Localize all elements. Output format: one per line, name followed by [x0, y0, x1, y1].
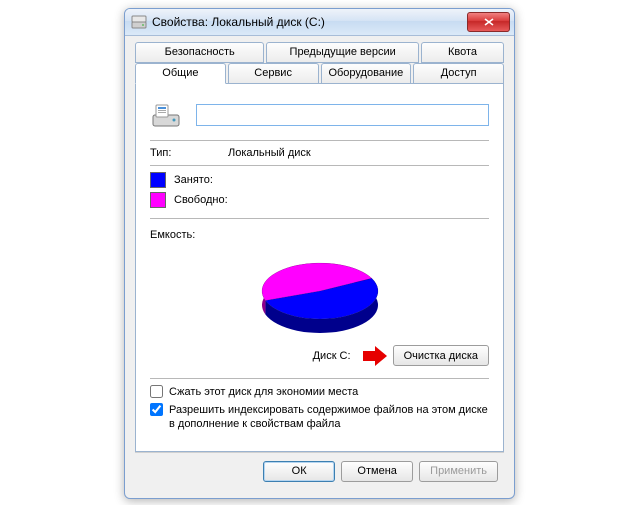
tab-row-lower: Общие Сервис Оборудование Доступ — [135, 63, 504, 83]
usage-pie-chart — [250, 253, 390, 341]
tab-hardware[interactable]: Оборудование — [321, 63, 412, 83]
disk-cleanup-button[interactable]: Очистка диска — [393, 345, 489, 366]
tab-general[interactable]: Общие — [135, 63, 226, 84]
window-title: Свойства: Локальный диск (C:) — [152, 15, 467, 29]
apply-button[interactable]: Применить — [419, 461, 498, 482]
compress-label[interactable]: Сжать этот диск для экономии места — [169, 385, 489, 399]
tab-panel-general: Тип: Локальный диск Занято: Свободно: Ем… — [135, 83, 504, 452]
free-label: Свободно: — [174, 194, 228, 206]
volume-name-input[interactable] — [196, 104, 489, 126]
tab-previous-versions[interactable]: Предыдущие версии — [266, 42, 419, 63]
titlebar[interactable]: Свойства: Локальный диск (C:) — [125, 9, 514, 36]
separator — [150, 218, 489, 219]
separator — [150, 140, 489, 141]
arrow-right-icon — [363, 351, 375, 361]
index-label[interactable]: Разрешить индексировать содержимое файло… — [169, 403, 489, 431]
index-checkbox[interactable] — [150, 403, 163, 416]
free-swatch — [150, 192, 166, 208]
tab-security[interactable]: Безопасность — [135, 42, 264, 63]
separator — [150, 165, 489, 166]
separator — [150, 378, 489, 379]
capacity-label: Емкость: — [150, 229, 489, 241]
cancel-button[interactable]: Отмена — [341, 461, 413, 482]
type-label: Тип: — [150, 147, 228, 159]
dialog-footer: ОК Отмена Применить — [135, 452, 504, 489]
ok-button[interactable]: ОК — [263, 461, 335, 482]
close-button[interactable] — [467, 12, 510, 32]
tab-row-upper: Безопасность Предыдущие версии Квота — [135, 42, 504, 63]
type-value: Локальный диск — [228, 147, 311, 159]
used-swatch — [150, 172, 166, 188]
tab-access[interactable]: Доступ — [413, 63, 504, 83]
drive-icon-small — [131, 14, 147, 30]
compress-checkbox[interactable] — [150, 385, 163, 398]
tab-service[interactable]: Сервис — [228, 63, 319, 83]
used-label: Занято: — [174, 174, 213, 186]
properties-window: Свойства: Локальный диск (C:) Безопаснос… — [124, 8, 515, 499]
drive-icon — [150, 99, 182, 131]
disk-caption: Диск C: — [313, 350, 351, 362]
tab-quota[interactable]: Квота — [421, 42, 504, 63]
